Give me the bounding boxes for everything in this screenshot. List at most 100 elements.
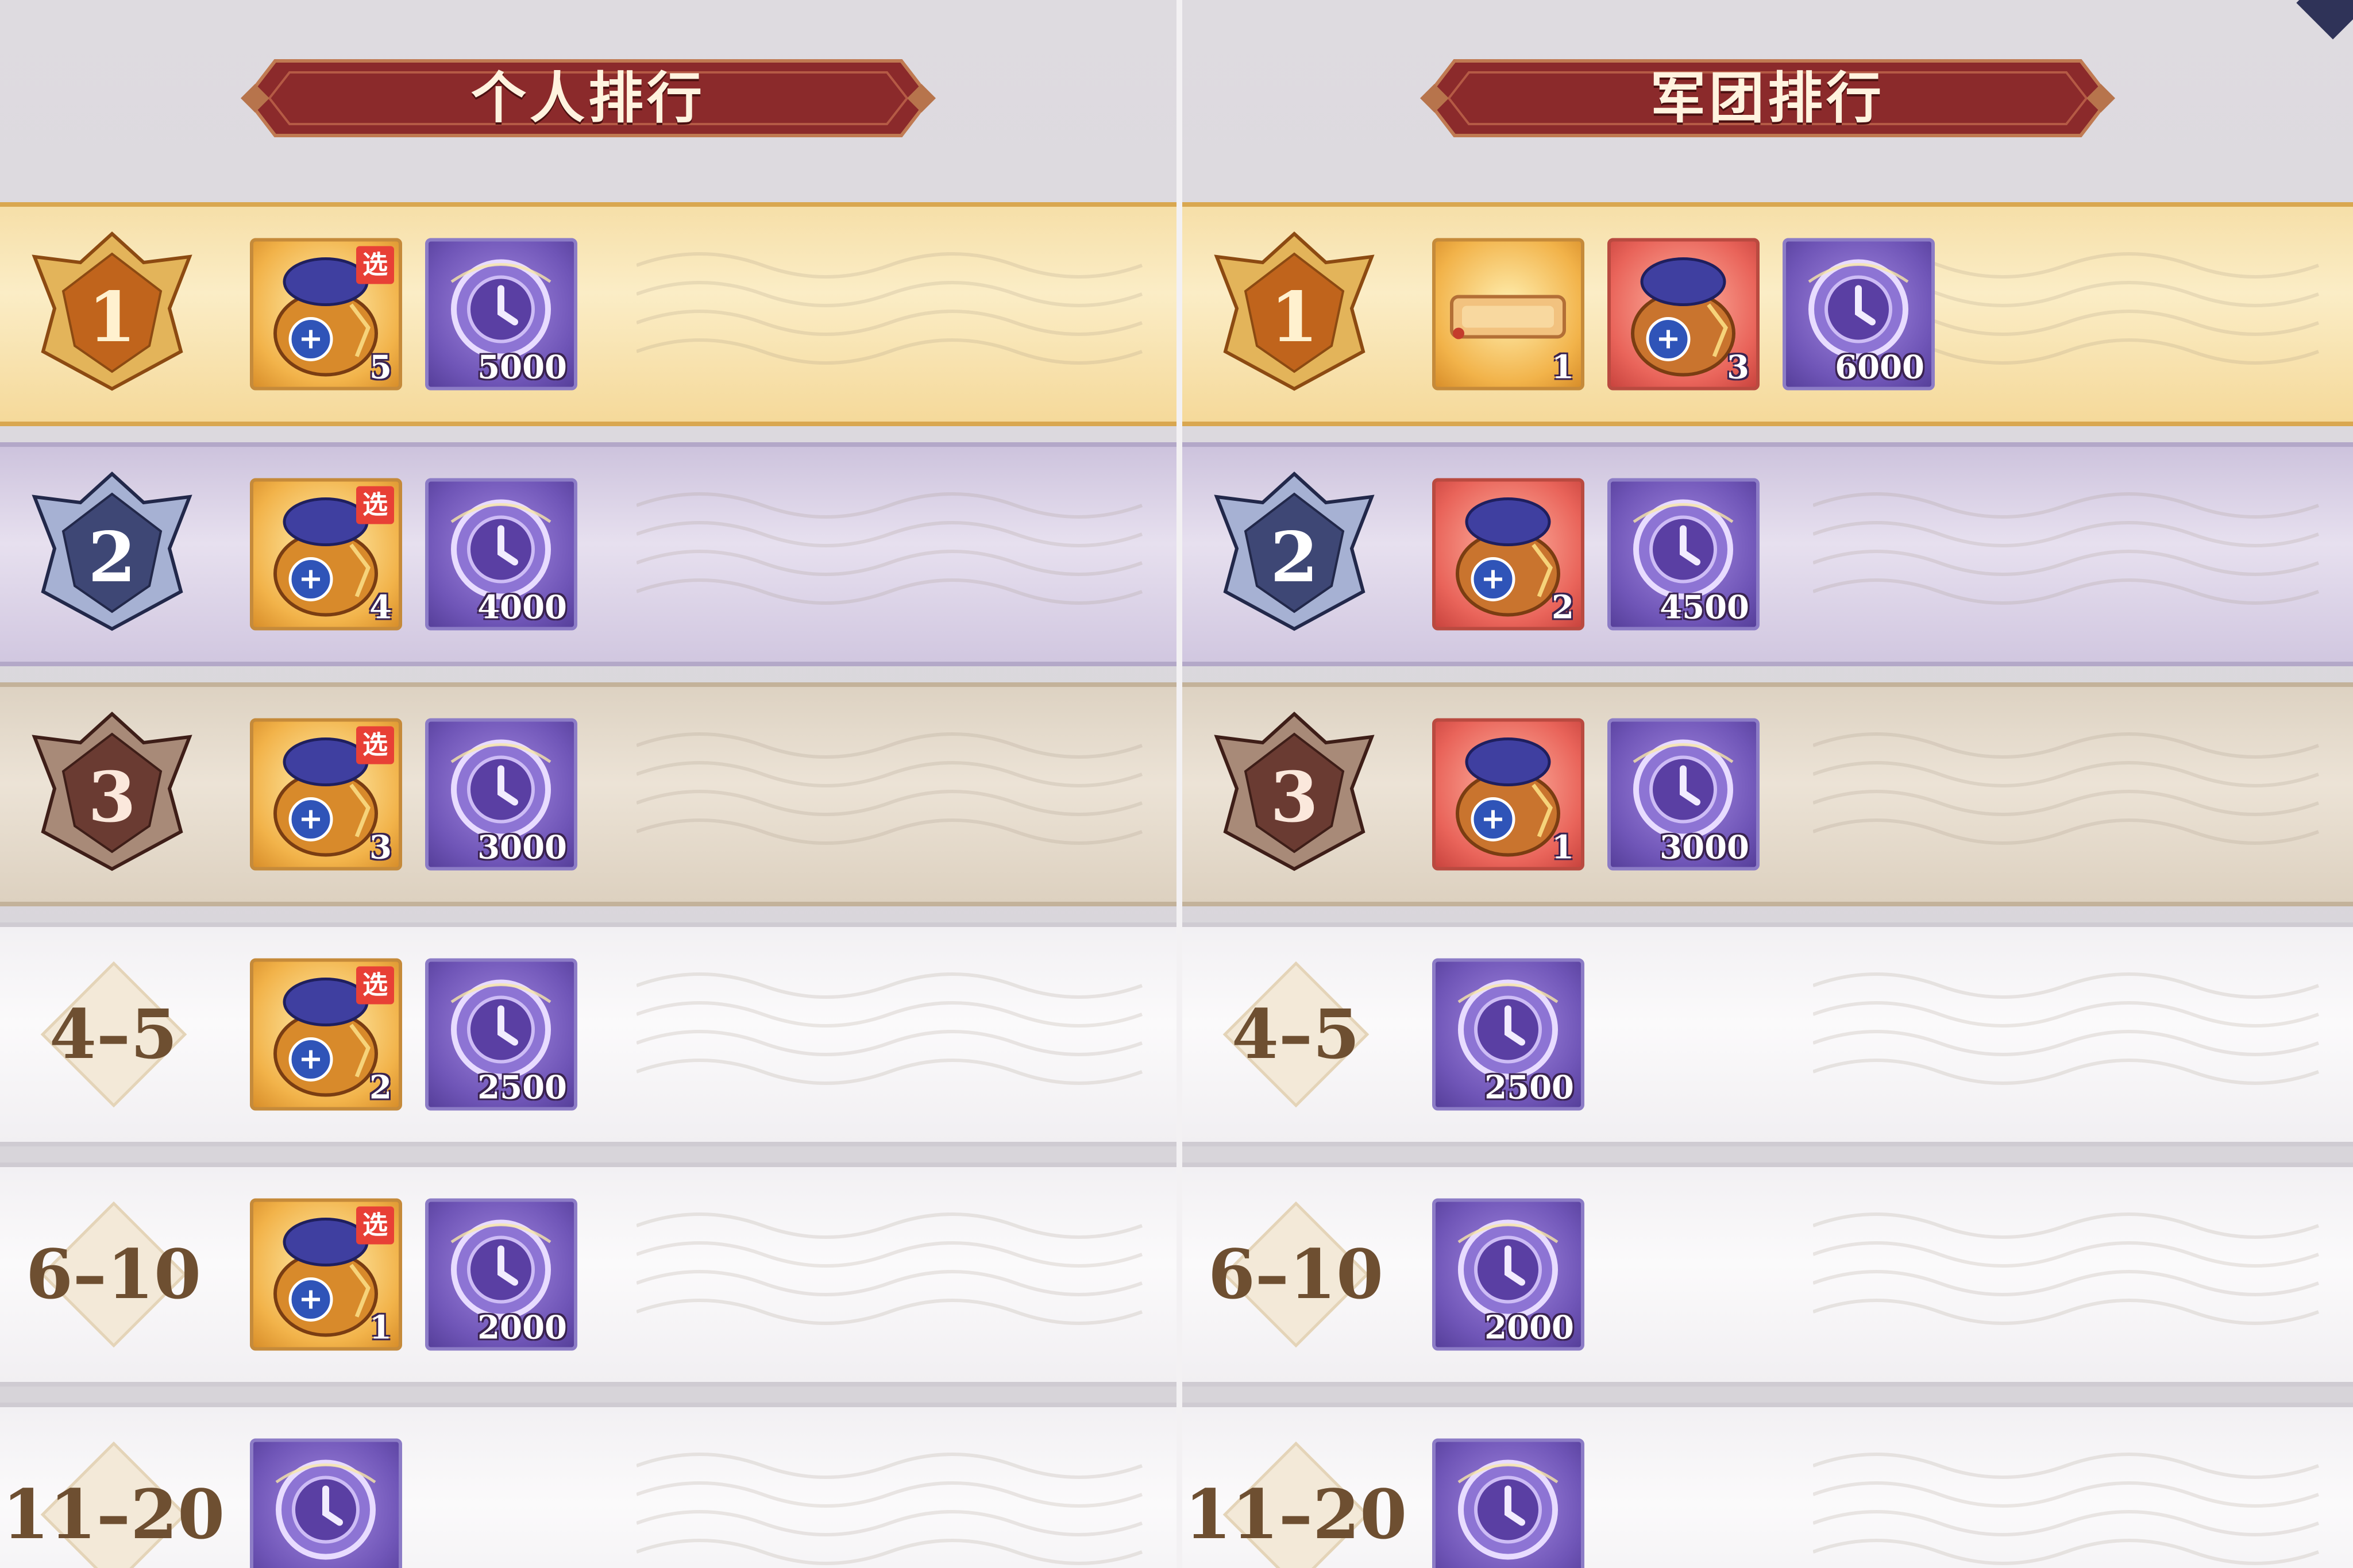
wave-pattern-icon: [1812, 711, 2330, 863]
rank-range: 11–20: [1182, 1441, 1409, 1568]
reward-quantity: 2000: [477, 1308, 567, 1347]
reward-quantity: 3: [1727, 348, 1749, 387]
rank-range-label: 6–10: [1208, 1234, 1384, 1314]
rank-number: 1: [1270, 277, 1318, 358]
rank-medal-icon: 1: [1208, 228, 1380, 400]
legion-ranking-banner: 军团排行: [1414, 55, 2121, 141]
wave-pattern-icon: [635, 1431, 1154, 1568]
reward-item[interactable]: 选4: [250, 478, 402, 631]
rank-range-label: 11–20: [2, 1474, 225, 1554]
ranking-row: 6–10 选 1 2000: [0, 1163, 1176, 1387]
reward-quantity: 5: [369, 348, 392, 387]
reward-item[interactable]: 2500: [425, 958, 577, 1111]
legion-ranking-panel: 军团排行 1 1 3 6000 2 2 4500 3 1 3000 4–5 2500 6–10 2000 1…: [1182, 0, 2353, 1568]
reward-item[interactable]: 3: [1607, 238, 1760, 391]
ranking-row: 1 选 5 5000: [0, 202, 1176, 426]
rank-range-label: 4–5: [1231, 994, 1360, 1074]
reward-item[interactable]: 选3: [250, 718, 402, 871]
wave-pattern-icon: [635, 1191, 1154, 1343]
reward-item[interactable]: 2500: [1432, 958, 1584, 1111]
ranking-row: 4–5 2500: [1182, 922, 2353, 1146]
rank-number: 3: [88, 757, 136, 838]
reward-quantity: 3000: [1660, 828, 1749, 867]
rank-medal-icon: 3: [1208, 708, 1380, 880]
rank-range-label: 11–20: [1184, 1474, 1407, 1554]
rank-range: 6–10: [1182, 1201, 1409, 1348]
choice-badge: 选: [356, 726, 394, 764]
reward-quantity: 1: [1552, 828, 1574, 867]
reward-item[interactable]: [1432, 1438, 1584, 1568]
reward-quantity: 1: [369, 1308, 392, 1347]
page-title: 个人排行: [471, 66, 705, 130]
reward-item[interactable]: 4000: [425, 478, 577, 631]
ranking-row: 11–20: [0, 1403, 1176, 1568]
rank-medal-icon: 1: [26, 228, 198, 400]
wave-pattern-icon: [1812, 1431, 2330, 1568]
rank-number: 2: [1270, 517, 1318, 598]
rank-medal-icon: 2: [26, 468, 198, 640]
choice-badge: 选: [356, 486, 394, 524]
reward-quantity: 4500: [1660, 588, 1749, 627]
wave-pattern-icon: [635, 471, 1154, 623]
wave-pattern-icon: [635, 231, 1154, 383]
rank-range: 4–5: [1182, 961, 1409, 1108]
ranking-row: 2 2 4500: [1182, 442, 2353, 666]
wave-pattern-icon: [635, 951, 1154, 1103]
ranking-row: 11–20: [1182, 1403, 2353, 1568]
reward-quantity: 4000: [477, 588, 567, 627]
choice-badge: 选: [356, 1206, 394, 1245]
ranking-row: 2 选 4 4000: [0, 442, 1176, 666]
rank-range: 11–20: [0, 1441, 227, 1568]
reward-quantity: 2500: [477, 1068, 567, 1107]
rank-range: 4–5: [0, 961, 227, 1108]
panel-divider: [1176, 0, 1182, 1568]
reward-quantity: 2500: [1484, 1068, 1574, 1107]
reward-item[interactable]: 2000: [425, 1198, 577, 1351]
reward-item[interactable]: 选5: [250, 238, 402, 391]
reward-item[interactable]: 2000: [1432, 1198, 1584, 1351]
rank-range: 6–10: [0, 1201, 227, 1348]
reward-item[interactable]: 1: [1432, 238, 1584, 391]
wave-pattern-icon: [1812, 1191, 2330, 1343]
reward-item[interactable]: 6000: [1783, 238, 1935, 391]
reward-item[interactable]: 2: [1432, 478, 1584, 631]
choice-badge: 选: [356, 966, 394, 1005]
rank-medal-icon: 2: [1208, 468, 1380, 640]
wave-pattern-icon: [1812, 471, 2330, 623]
reward-item[interactable]: 3000: [425, 718, 577, 871]
rank-number: 1: [88, 277, 136, 358]
ranking-row: 3 1 3000: [1182, 682, 2353, 906]
personal-ranking-panel: 个人排行 1 选 5 5000 2 选 4 4000 3 选 3 3000 4–5 选 2 2500 6–10 选…: [0, 0, 1176, 1568]
reward-item[interactable]: 选2: [250, 958, 402, 1111]
rank-number: 3: [1270, 757, 1318, 838]
rank-range-label: 4–5: [49, 994, 178, 1074]
reward-quantity: 2: [369, 1068, 392, 1107]
personal-ranking-banner: 个人排行: [235, 55, 942, 141]
reward-item[interactable]: 选1: [250, 1198, 402, 1351]
ranking-row: 1 1 3 6000: [1182, 202, 2353, 426]
reward-quantity: 1: [1552, 348, 1574, 387]
ranking-row: 3 选 3 3000: [0, 682, 1176, 906]
wave-pattern-icon: [1812, 951, 2330, 1103]
reward-item[interactable]: 1: [1432, 718, 1584, 871]
corner-ornament-icon: [2296, 0, 2353, 40]
wave-pattern-icon: [635, 711, 1154, 863]
reward-item[interactable]: 4500: [1607, 478, 1760, 631]
reward-quantity: 6000: [1835, 348, 1924, 387]
rank-range-label: 6–10: [25, 1234, 202, 1314]
reward-quantity: 2: [1552, 588, 1574, 627]
rank-number: 2: [88, 517, 136, 598]
choice-badge: 选: [356, 246, 394, 284]
reward-quantity: 5000: [477, 348, 567, 387]
reward-quantity: 3: [369, 828, 392, 867]
reward-item[interactable]: 5000: [425, 238, 577, 391]
ranking-row: 6–10 2000: [1182, 1163, 2353, 1387]
reward-quantity: 3000: [477, 828, 567, 867]
reward-quantity: 4: [369, 588, 392, 627]
ranking-row: 4–5 选 2 2500: [0, 922, 1176, 1146]
reward-item[interactable]: 3000: [1607, 718, 1760, 871]
page-title: 军团排行: [1650, 66, 1885, 130]
reward-item[interactable]: [250, 1438, 402, 1568]
rank-medal-icon: 3: [26, 708, 198, 880]
reward-quantity: 2000: [1484, 1308, 1574, 1347]
